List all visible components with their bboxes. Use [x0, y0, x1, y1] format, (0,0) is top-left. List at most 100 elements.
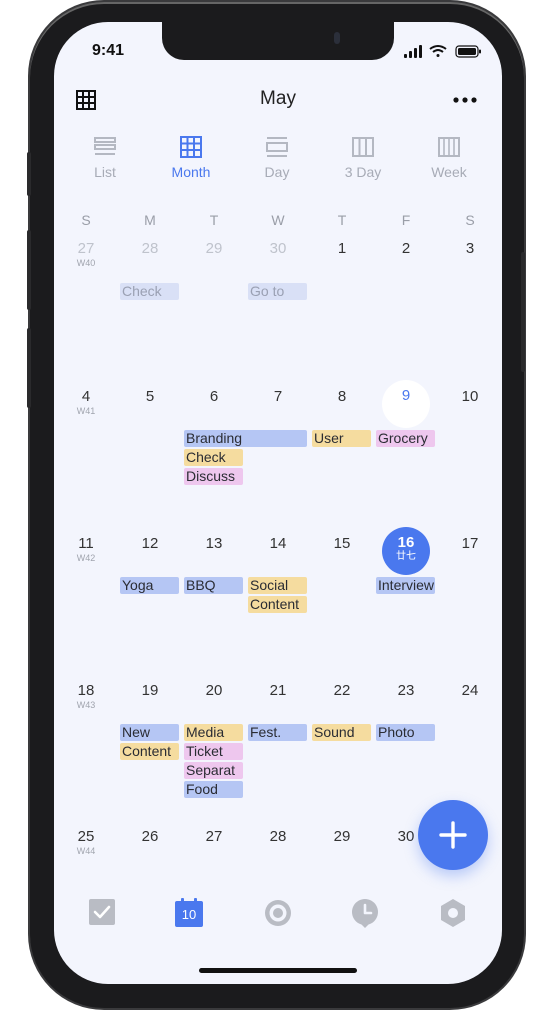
day-cell[interactable]: 29: [310, 828, 374, 845]
event-new[interactable]: New: [120, 724, 179, 741]
tab-3-day[interactable]: 3 Day: [328, 136, 398, 180]
day-cell[interactable]: 2: [374, 240, 438, 257]
day-cell[interactable]: 3: [438, 240, 502, 257]
event-check[interactable]: Check: [184, 449, 243, 466]
event-separat[interactable]: Separat: [184, 762, 243, 779]
power-button: [521, 252, 525, 372]
day-cell[interactable]: 20: [182, 682, 246, 699]
week-number: W42: [76, 553, 96, 563]
focus-timer-icon[interactable]: [263, 898, 293, 928]
event-content[interactable]: Content: [248, 596, 307, 613]
day-cell[interactable]: 11: [54, 535, 118, 552]
selected-day-lunar: 廿七: [396, 551, 416, 562]
day-cell[interactable]: 5: [118, 388, 182, 405]
month-view-icon: [180, 136, 202, 158]
today-day-cell[interactable]: 9: [382, 380, 430, 428]
day-cell[interactable]: 17: [438, 535, 502, 552]
tab-week[interactable]: Week: [414, 136, 484, 180]
mute-switch: [27, 152, 31, 196]
day-cell[interactable]: 1: [310, 240, 374, 257]
weekday-wed: W: [271, 212, 285, 228]
settings-hexagon-icon[interactable]: [439, 898, 467, 928]
day-cell[interactable]: 28: [118, 240, 182, 257]
event-interview[interactable]: Interview: [376, 577, 435, 594]
event-discuss[interactable]: Discuss: [184, 468, 243, 485]
tab-3-day-label: 3 Day: [344, 164, 382, 180]
day-cell[interactable]: 15: [310, 535, 374, 552]
event-content-2[interactable]: Content: [120, 743, 179, 760]
event-sound[interactable]: Sound: [312, 724, 371, 741]
tab-day[interactable]: Day: [242, 136, 312, 180]
day-cell[interactable]: 18: [54, 682, 118, 699]
volume-down-button: [27, 328, 31, 408]
day-cell[interactable]: 25: [54, 828, 118, 845]
day-cell[interactable]: 23: [374, 682, 438, 699]
day-cell[interactable]: 27: [182, 828, 246, 845]
weekday-sun: S: [81, 212, 91, 228]
event-photo[interactable]: Photo: [376, 724, 435, 741]
day-cell[interactable]: 29: [182, 240, 246, 257]
more-options-icon[interactable]: [452, 96, 478, 104]
weekday-thu: T: [337, 212, 347, 228]
event-check-faded[interactable]: Check: [120, 283, 179, 300]
day-cell[interactable]: 12: [118, 535, 182, 552]
day-cell[interactable]: 7: [246, 388, 310, 405]
day-cell[interactable]: 14: [246, 535, 310, 552]
week-number: W41: [76, 406, 96, 416]
app-screen: 9:41 May List Month Day 3 Day Week S M T…: [54, 22, 502, 984]
habit-clock-icon[interactable]: [351, 898, 379, 928]
notch: [162, 22, 394, 60]
event-ticket[interactable]: Ticket: [184, 743, 243, 760]
day-cell[interactable]: 4: [54, 388, 118, 405]
day-cell[interactable]: 6: [182, 388, 246, 405]
list-view-icon: [94, 137, 116, 155]
weekday-mon: M: [144, 212, 156, 228]
status-icons: [404, 45, 481, 58]
event-media[interactable]: Media: [184, 724, 243, 741]
week-number: W40: [76, 258, 96, 268]
camera-icon: [334, 32, 340, 44]
day-cell[interactable]: 19: [118, 682, 182, 699]
task-checkbox-icon[interactable]: [88, 898, 116, 926]
selected-day-number: 16: [397, 534, 415, 551]
event-branding[interactable]: Branding: [184, 430, 307, 447]
calendar-nav-item[interactable]: 10: [174, 898, 204, 928]
day-cell[interactable]: 10: [438, 388, 502, 405]
day-cell[interactable]: 28: [246, 828, 310, 845]
week-number: W44: [76, 846, 96, 856]
event-food[interactable]: Food: [184, 781, 243, 798]
day-cell[interactable]: 30: [246, 240, 310, 257]
day-cell[interactable]: 26: [118, 828, 182, 845]
day-cell[interactable]: 13: [182, 535, 246, 552]
tab-month[interactable]: Month: [156, 136, 226, 180]
event-bbq[interactable]: BBQ: [184, 577, 243, 594]
calendar-icon-date: 10: [181, 907, 197, 922]
day-cell[interactable]: 8: [310, 388, 374, 405]
event-goto-faded[interactable]: Go to: [248, 283, 307, 300]
day-cell[interactable]: 22: [310, 682, 374, 699]
tab-list-label: List: [94, 164, 116, 180]
tab-month-label: Month: [171, 164, 211, 180]
day-cell[interactable]: 21: [246, 682, 310, 699]
day-cell[interactable]: 27: [54, 240, 118, 257]
selected-day-cell[interactable]: 16 廿七: [382, 527, 430, 575]
tab-list[interactable]: List: [70, 136, 140, 180]
home-indicator[interactable]: [199, 968, 357, 973]
day-view-icon: [266, 137, 288, 157]
tab-week-label: Week: [431, 164, 467, 180]
signal-icon: [404, 45, 422, 58]
event-fest[interactable]: Fest.: [248, 724, 307, 741]
tab-day-label: Day: [264, 164, 290, 180]
day-cell[interactable]: 24: [438, 682, 502, 699]
event-grocery[interactable]: Grocery: [376, 430, 435, 447]
event-user[interactable]: User: [312, 430, 371, 447]
wifi-icon: [429, 45, 447, 57]
week-number: W43: [76, 700, 96, 710]
event-social[interactable]: Social: [248, 577, 307, 594]
weekday-tue: T: [209, 212, 219, 228]
add-event-button[interactable]: [418, 800, 488, 870]
page-title[interactable]: May: [54, 88, 502, 110]
event-yoga[interactable]: Yoga: [120, 577, 179, 594]
status-time: 9:41: [92, 42, 125, 59]
weekday-fri: F: [401, 212, 411, 228]
